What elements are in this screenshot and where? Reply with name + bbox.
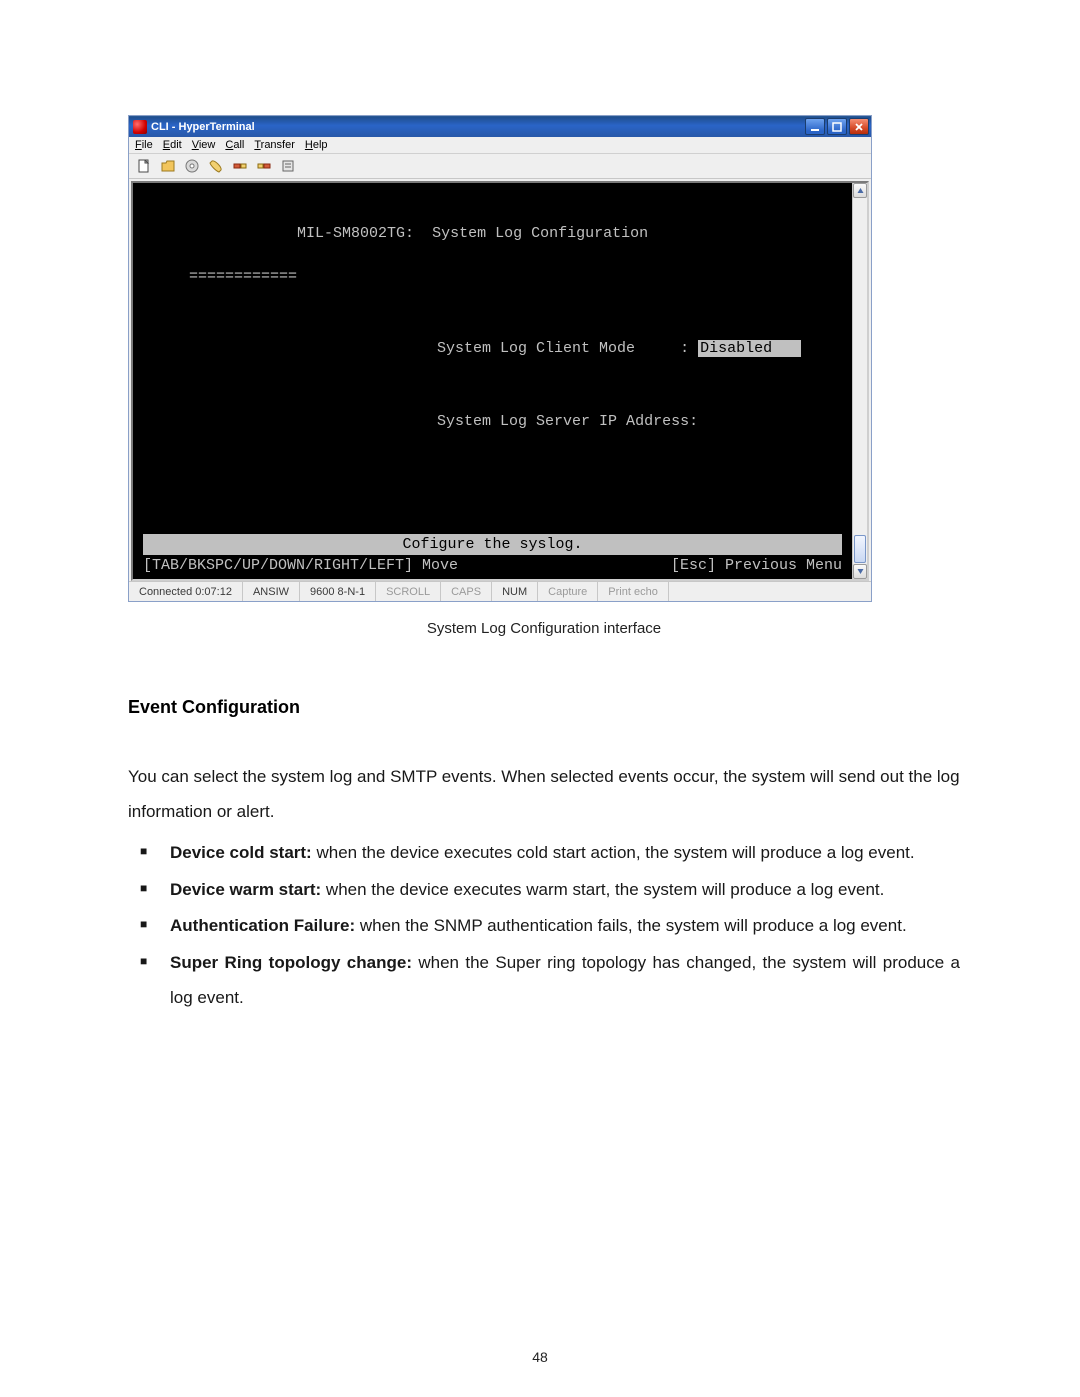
phone-icon <box>209 159 223 173</box>
menubar: File Edit View Call Transfer Help <box>129 137 871 154</box>
minimize-icon <box>810 122 820 132</box>
terminal-screen-title: System Log Configuration <box>432 225 648 242</box>
terminal-device-name: MIL-SM8002TG: <box>297 225 414 242</box>
scroll-track[interactable] <box>853 198 867 564</box>
intro-paragraph: You can select the system log and SMTP e… <box>128 760 960 830</box>
close-icon <box>854 122 864 132</box>
menu-transfer[interactable]: Transfer <box>254 139 295 151</box>
terminal-nav-hint-right: [Esc] Previous Menu <box>671 555 842 577</box>
menu-help[interactable]: Help <box>305 139 328 151</box>
hyperterminal-window: CLI - HyperTerminal File Edit View Call … <box>128 115 872 602</box>
menu-file[interactable]: File <box>135 139 153 151</box>
client-area: MIL-SM8002TG: System Log Configuration =… <box>129 179 871 581</box>
call-button[interactable] <box>207 157 225 175</box>
maximize-icon <box>832 122 842 132</box>
event-super-ring-bold: Super Ring topology change: <box>170 953 412 972</box>
menu-edit[interactable]: Edit <box>163 139 182 151</box>
statusbar: Connected 0:07:12 ANSIW 9600 8-N-1 SCROL… <box>129 581 871 601</box>
scroll-up-button[interactable] <box>853 183 867 198</box>
disk-icon <box>185 159 199 173</box>
list-item: Super Ring topology change: when the Sup… <box>170 946 960 1016</box>
terminal-underline: ============ <box>189 266 842 288</box>
status-scroll: SCROLL <box>376 582 441 601</box>
minimize-button[interactable] <box>805 118 825 135</box>
status-printecho: Print echo <box>598 582 669 601</box>
syslog-client-mode-value[interactable]: Disabled <box>698 340 801 357</box>
open-folder-icon <box>161 159 175 173</box>
hangup-right-icon <box>257 159 271 173</box>
syslog-server-ip-label: System Log Server IP Address: <box>437 413 698 430</box>
list-item: Authentication Failure: when the SNMP au… <box>170 909 960 944</box>
disconnect-button[interactable] <box>231 157 249 175</box>
event-cold-start-bold: Device cold start: <box>170 843 312 862</box>
terminal-hint-bar: Cofigure the syslog. <box>143 534 842 556</box>
chevron-up-icon <box>857 187 864 194</box>
open-button[interactable] <box>159 157 177 175</box>
chevron-down-icon <box>857 568 864 575</box>
menu-view[interactable]: View <box>192 139 216 151</box>
event-auth-failure-bold: Authentication Failure: <box>170 916 355 935</box>
maximize-button[interactable] <box>827 118 847 135</box>
event-warm-start-bold: Device warm start: <box>170 880 321 899</box>
close-button[interactable] <box>849 118 869 135</box>
scrollbar-vertical[interactable] <box>852 183 867 579</box>
send-button[interactable] <box>255 157 273 175</box>
event-auth-failure-text: when the SNMP authentication fails, the … <box>355 916 907 935</box>
status-capture: Capture <box>538 582 598 601</box>
menu-call[interactable]: Call <box>225 139 244 151</box>
terminal-screen[interactable]: MIL-SM8002TG: System Log Configuration =… <box>133 183 852 579</box>
new-file-button[interactable] <box>135 157 153 175</box>
terminal-nav-hint-left: [TAB/BKSPC/UP/DOWN/RIGHT/LEFT] Move <box>143 555 458 577</box>
toolbar <box>129 154 871 179</box>
scroll-thumb[interactable] <box>854 535 866 563</box>
status-caps: CAPS <box>441 582 492 601</box>
status-connected: Connected 0:07:12 <box>129 582 243 601</box>
event-cold-start-text: when the device executes cold start acti… <box>312 843 915 862</box>
scroll-down-button[interactable] <box>853 564 867 579</box>
syslog-client-mode-label: System Log Client Mode <box>437 340 635 357</box>
event-warm-start-text: when the device executes warm start, the… <box>321 880 884 899</box>
properties-button[interactable] <box>279 157 297 175</box>
event-list: Device cold start: when the device execu… <box>128 836 960 1016</box>
figure-caption: System Log Configuration interface <box>128 620 960 637</box>
save-button[interactable] <box>183 157 201 175</box>
status-emulation: ANSIW <box>243 582 300 601</box>
app-icon <box>133 120 147 134</box>
section-heading: Event Configuration <box>128 697 960 718</box>
titlebar: CLI - HyperTerminal <box>129 116 871 137</box>
window-title: CLI - HyperTerminal <box>151 121 255 133</box>
field-separator: : <box>680 340 689 357</box>
status-serial: 9600 8-N-1 <box>300 582 376 601</box>
new-file-icon <box>137 159 151 173</box>
list-item: Device warm start: when the device execu… <box>170 873 960 908</box>
page-number: 48 <box>0 1349 1080 1365</box>
hangup-left-icon <box>233 159 247 173</box>
properties-icon <box>281 159 295 173</box>
list-item: Device cold start: when the device execu… <box>170 836 960 871</box>
status-num: NUM <box>492 582 538 601</box>
